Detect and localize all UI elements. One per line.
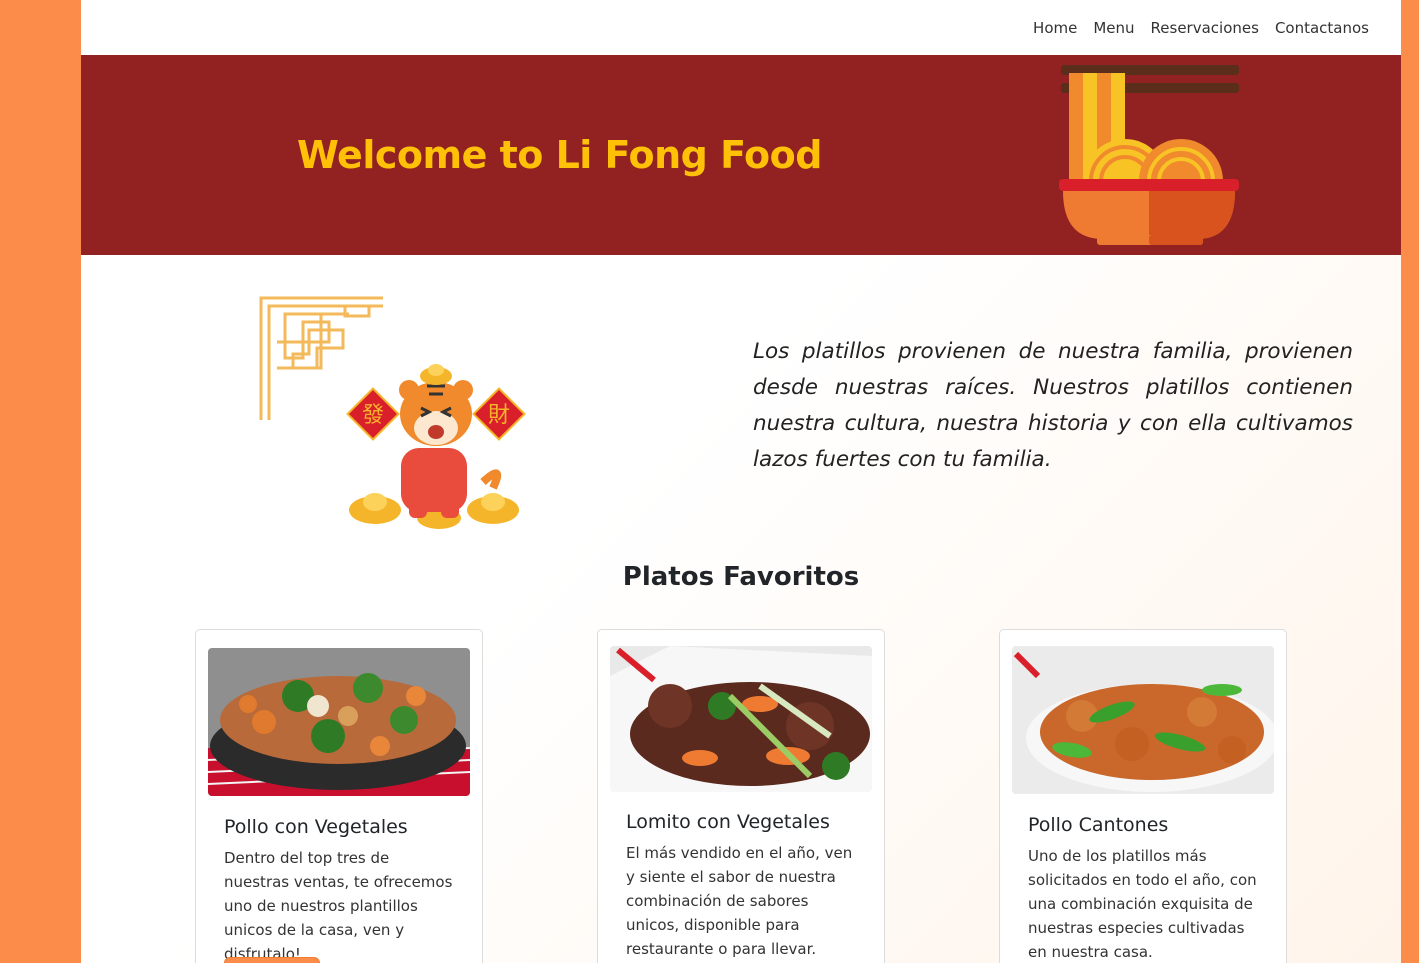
about-text: Los platillos provienen de nuestra famil… <box>753 339 1353 472</box>
dish-card-pollo-cantones: Pollo Cantones Uno de los platillos más … <box>999 629 1287 963</box>
nav-contactanos[interactable]: Contactanos <box>1275 19 1369 37</box>
top-navbar: Home Menu Reservaciones Contactanos <box>81 0 1401 55</box>
card-text: Dentro del top tres de nuestras ventas, … <box>224 849 453 963</box>
hero-title: Welcome to Li Fong Food <box>297 133 822 177</box>
mascot-sign-left: 發 <box>362 403 384 428</box>
chicken-vegetables-photo <box>208 648 470 796</box>
dish-card-lomito-vegetales: Lomito con Vegetales El más vendido en e… <box>597 629 885 963</box>
nav-reservaciones[interactable]: Reservaciones <box>1151 19 1259 37</box>
page: Home Menu Reservaciones Contactanos Welc… <box>81 0 1401 963</box>
nav-menu[interactable]: Menu <box>1093 19 1134 37</box>
section-title-favoritos: Platos Favoritos <box>622 562 860 592</box>
order-button[interactable] <box>224 957 320 963</box>
noodle-bowl-icon <box>1059 65 1239 245</box>
card-title: Pollo Cantones <box>1028 814 1169 836</box>
tiger-mascot-icon: 發 財 <box>346 364 526 529</box>
nav-home[interactable]: Home <box>1033 19 1077 37</box>
card-title: Pollo con Vegetales <box>224 816 408 838</box>
card-title: Lomito con Vegetales <box>626 811 830 833</box>
cantonese-chicken-photo <box>1012 646 1274 794</box>
beef-vegetables-photo <box>610 646 872 792</box>
card-text: El más vendido en el año, ven y siente e… <box>626 844 853 958</box>
dish-card-pollo-vegetales: Pollo con Vegetales Dentro del top tres … <box>195 629 483 963</box>
card-text: Uno de los platillos más solicitados en … <box>1028 847 1257 961</box>
hero-banner: Welcome to Li Fong Food <box>81 55 1401 255</box>
mascot-sign-right: 財 <box>488 403 510 428</box>
